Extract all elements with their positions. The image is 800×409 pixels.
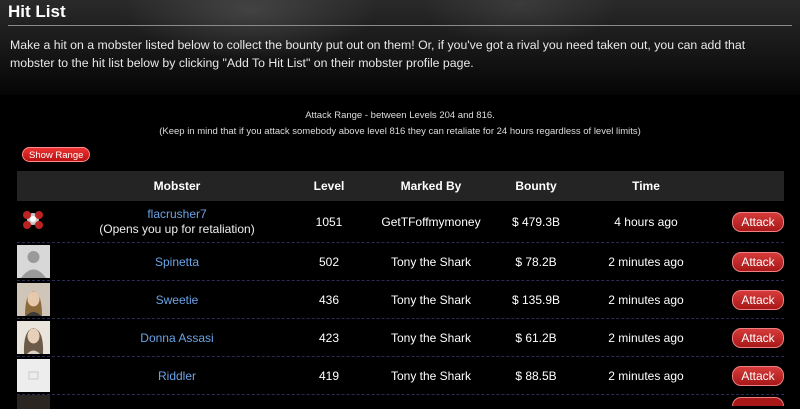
level-cell: 502 bbox=[318, 254, 340, 269]
attack-button[interactable]: Attack bbox=[732, 211, 784, 232]
marked-by-cell: Tony the Shark bbox=[390, 254, 472, 269]
default-silhouette-avatar-icon[interactable] bbox=[17, 245, 50, 278]
bounty-cell: $ 78.2B bbox=[515, 254, 557, 269]
marked-by-cell: GetTFoffmymoney bbox=[381, 214, 481, 229]
attack-range-note: (Keep in mind that if you attack somebod… bbox=[159, 126, 641, 137]
bounty-cell: $ 61.2B bbox=[515, 330, 557, 345]
level-cell: 423 bbox=[318, 330, 340, 345]
mobster-name-link[interactable]: Donna Assasi bbox=[140, 331, 213, 345]
bounty-cell: $ 88.5B bbox=[515, 368, 557, 383]
table-row: flacrusher7 (Opens you up for retaliatio… bbox=[17, 201, 784, 243]
marked-by-cell: Tony the Shark bbox=[390, 292, 472, 307]
intro-text: Make a hit on a mobster listed below to … bbox=[10, 38, 746, 70]
table-row: Spinetta 502 Tony the Shark $ 78.2B 2 mi… bbox=[17, 243, 784, 281]
table-row: Sweetie 436 Tony the Shark $ 135.9B 2 mi… bbox=[17, 281, 784, 319]
time-cell: 2 minutes ago bbox=[608, 292, 684, 307]
hit-list-page: Hit List Make a hit on a mobster listed … bbox=[0, 0, 800, 409]
header-mobster: Mobster bbox=[153, 179, 201, 193]
time-cell: 2 minutes ago bbox=[608, 330, 684, 345]
woman-photo-avatar-icon[interactable] bbox=[17, 321, 50, 354]
attack-button[interactable]: Attack bbox=[732, 251, 784, 272]
header-marked-by: Marked By bbox=[400, 179, 462, 193]
marked-by-cell: Tony the Shark bbox=[390, 330, 472, 345]
time-cell: 2 minutes ago bbox=[608, 254, 684, 269]
attack-button-partial[interactable] bbox=[732, 397, 784, 406]
woman-photo-avatar-icon[interactable] bbox=[17, 283, 50, 316]
flower-avatar-icon[interactable] bbox=[17, 205, 50, 238]
table-row: Donna Assasi 423 Tony the Shark $ 61.2B … bbox=[17, 319, 784, 357]
mobster-name-link[interactable]: Spinetta bbox=[155, 255, 199, 269]
header-level: Level bbox=[313, 179, 345, 193]
level-cell: 1051 bbox=[315, 214, 343, 229]
page-title: Hit List bbox=[8, 2, 792, 26]
retaliation-note: (Opens you up for retaliation) bbox=[99, 221, 255, 236]
blank-avatar-icon[interactable] bbox=[17, 359, 50, 392]
level-cell: 436 bbox=[318, 292, 340, 307]
marked-by-cell: Tony the Shark bbox=[390, 368, 472, 383]
hit-list-table: Mobster Level Marked By Bounty Time flac… bbox=[17, 171, 784, 409]
attack-button[interactable]: Attack bbox=[732, 289, 784, 310]
table-row: Riddler 419 Tony the Shark $ 88.5B 2 min… bbox=[17, 357, 784, 395]
bounty-cell: $ 479.3B bbox=[511, 214, 561, 229]
attack-range-text: Attack Range - between Levels 204 and 81… bbox=[305, 110, 495, 121]
mobster-name-link[interactable]: Riddler bbox=[158, 369, 196, 383]
avatar-partial[interactable] bbox=[17, 395, 50, 409]
mobster-name-link[interactable]: flacrusher7 bbox=[67, 207, 287, 222]
table-row-partial bbox=[17, 395, 784, 409]
attack-button[interactable]: Attack bbox=[732, 365, 784, 386]
level-cell: 419 bbox=[318, 368, 340, 383]
attack-button[interactable]: Attack bbox=[732, 327, 784, 348]
time-cell: 4 hours ago bbox=[614, 214, 678, 229]
header-time: Time bbox=[632, 179, 660, 193]
show-range-button[interactable]: Show Range bbox=[22, 147, 91, 162]
mobster-name-link[interactable]: Sweetie bbox=[156, 293, 199, 307]
header-bounty: Bounty bbox=[515, 179, 557, 193]
table-header: Mobster Level Marked By Bounty Time bbox=[17, 171, 784, 201]
time-cell: 2 minutes ago bbox=[608, 368, 684, 383]
bounty-cell: $ 135.9B bbox=[511, 292, 561, 307]
